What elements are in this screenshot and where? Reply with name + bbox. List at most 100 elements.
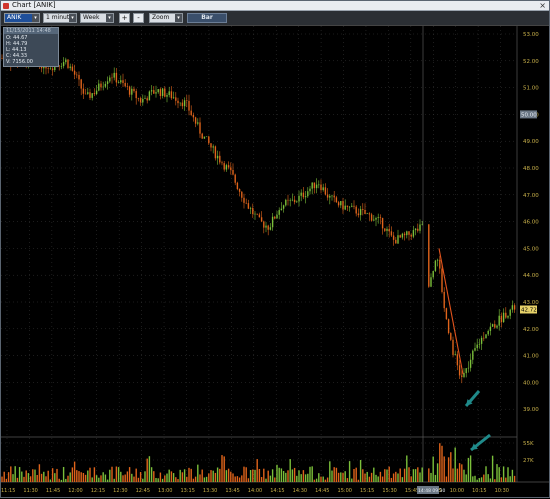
crosshair-price-label: 50.00 [521,112,537,118]
chart-window: Chart [ANIK] × ANIK ▾ 1 minute ▾ Week ▾ … [0,0,550,498]
time-tick-label: 11:30 [23,488,37,494]
volume-bar [82,472,85,482]
candle-body [412,230,415,237]
volume-bar [201,469,203,482]
volume-bar [406,455,408,482]
bar-type-button[interactable]: Bar [187,13,227,23]
volume-bar [258,468,261,482]
zoom-in-button[interactable]: + [119,13,130,23]
volume-bar [142,478,144,482]
volume-bar [485,466,487,482]
candle-body [69,66,71,68]
volume-bar [84,474,87,482]
candle-body [452,339,454,355]
candle-body [335,197,338,203]
volume-bar [474,475,476,482]
candle-body [395,239,397,244]
candle-body [47,68,49,69]
candle-body [351,205,353,207]
time-tick-label: 13:45 [225,488,239,494]
volume-bar [183,469,186,482]
volume-bar [89,467,91,482]
candle-body [456,354,459,366]
volume-bar [168,469,170,482]
volume-bar [439,443,441,482]
volume-bar [93,467,96,482]
info-header: 11/15/2011 14:48 [4,28,58,34]
candle-body [80,79,82,89]
volume-bar [340,472,342,482]
candle-body [496,325,498,328]
volume-bar [7,472,10,482]
candle-body [181,102,184,107]
candle-body [375,218,377,220]
volume-bar [414,469,417,482]
candle-body [98,83,100,91]
candle-body [463,373,465,377]
volume-bar [331,470,333,482]
volume-tick-label: 27K [523,458,534,464]
price-tick-label: 45.00 [523,246,539,252]
candle-body [280,208,283,211]
candle-body [494,324,496,328]
candle-body [282,205,285,209]
candle-body [403,233,406,236]
volume-bar [109,469,111,482]
interval-select[interactable]: 1 minute ▾ [43,13,77,23]
candle-body [172,97,175,99]
price-tick-label: 52.00 [523,59,539,65]
volume-bar [476,479,478,482]
candle-body [298,195,300,202]
volume-bar [366,471,368,482]
candle-body [366,213,368,215]
volume-bar [106,479,109,482]
volume-bar [401,477,404,482]
volume-bar [65,478,67,482]
chart-area[interactable]: 53.00 52.00 51.00 50.00 49.00 48.00 47.00 46.00… [1,26,549,499]
volume-bar [208,473,210,482]
volume-bar [18,467,21,482]
volume-bar [181,472,184,482]
candle-body [84,93,87,95]
symbol-select[interactable]: ANIK ▾ [4,13,40,23]
candle-body [87,92,89,94]
candle-body [168,91,170,96]
candle-body [478,343,481,345]
volume-bar [54,473,56,482]
candle-body [137,98,140,99]
volume-bar [170,471,173,482]
close-icon[interactable]: × [539,1,546,10]
zoom-select[interactable]: Zoom ▾ [149,13,183,23]
candle-body [234,174,236,183]
volume-bar [289,459,291,482]
price-chart[interactable]: 53.00 52.00 51.00 50.00 49.00 48.00 47.00 46.00… [1,26,549,499]
volume-bar [12,474,14,482]
candle-body [260,217,263,222]
time-tick-label: 14:15 [270,488,284,494]
range-select[interactable]: Week ▾ [80,13,114,23]
candle-body [326,194,329,198]
volume-bar [203,477,206,482]
candle-body [117,82,120,83]
volume-bar [467,457,470,482]
candle-body [146,98,148,101]
time-tick-label: 14:30 [293,488,307,494]
volume-bar [267,470,269,482]
volume-bar [298,470,300,482]
candle-body [302,192,305,198]
candle-body [221,162,223,164]
volume-bar [126,471,129,482]
volume-bar [67,475,69,482]
candle-body [148,91,151,101]
time-tick-label: 12:15 [91,488,105,494]
zoom-out-button[interactable]: - [133,13,144,23]
volume-bar [230,471,232,482]
volume-bar [287,470,289,482]
volume-bar [161,478,164,482]
volume-bar [40,473,43,482]
volume-bar [309,466,311,482]
volume-bar [346,478,349,482]
candle-body [71,66,74,71]
candle-body [93,93,96,95]
candle-body [285,199,287,206]
